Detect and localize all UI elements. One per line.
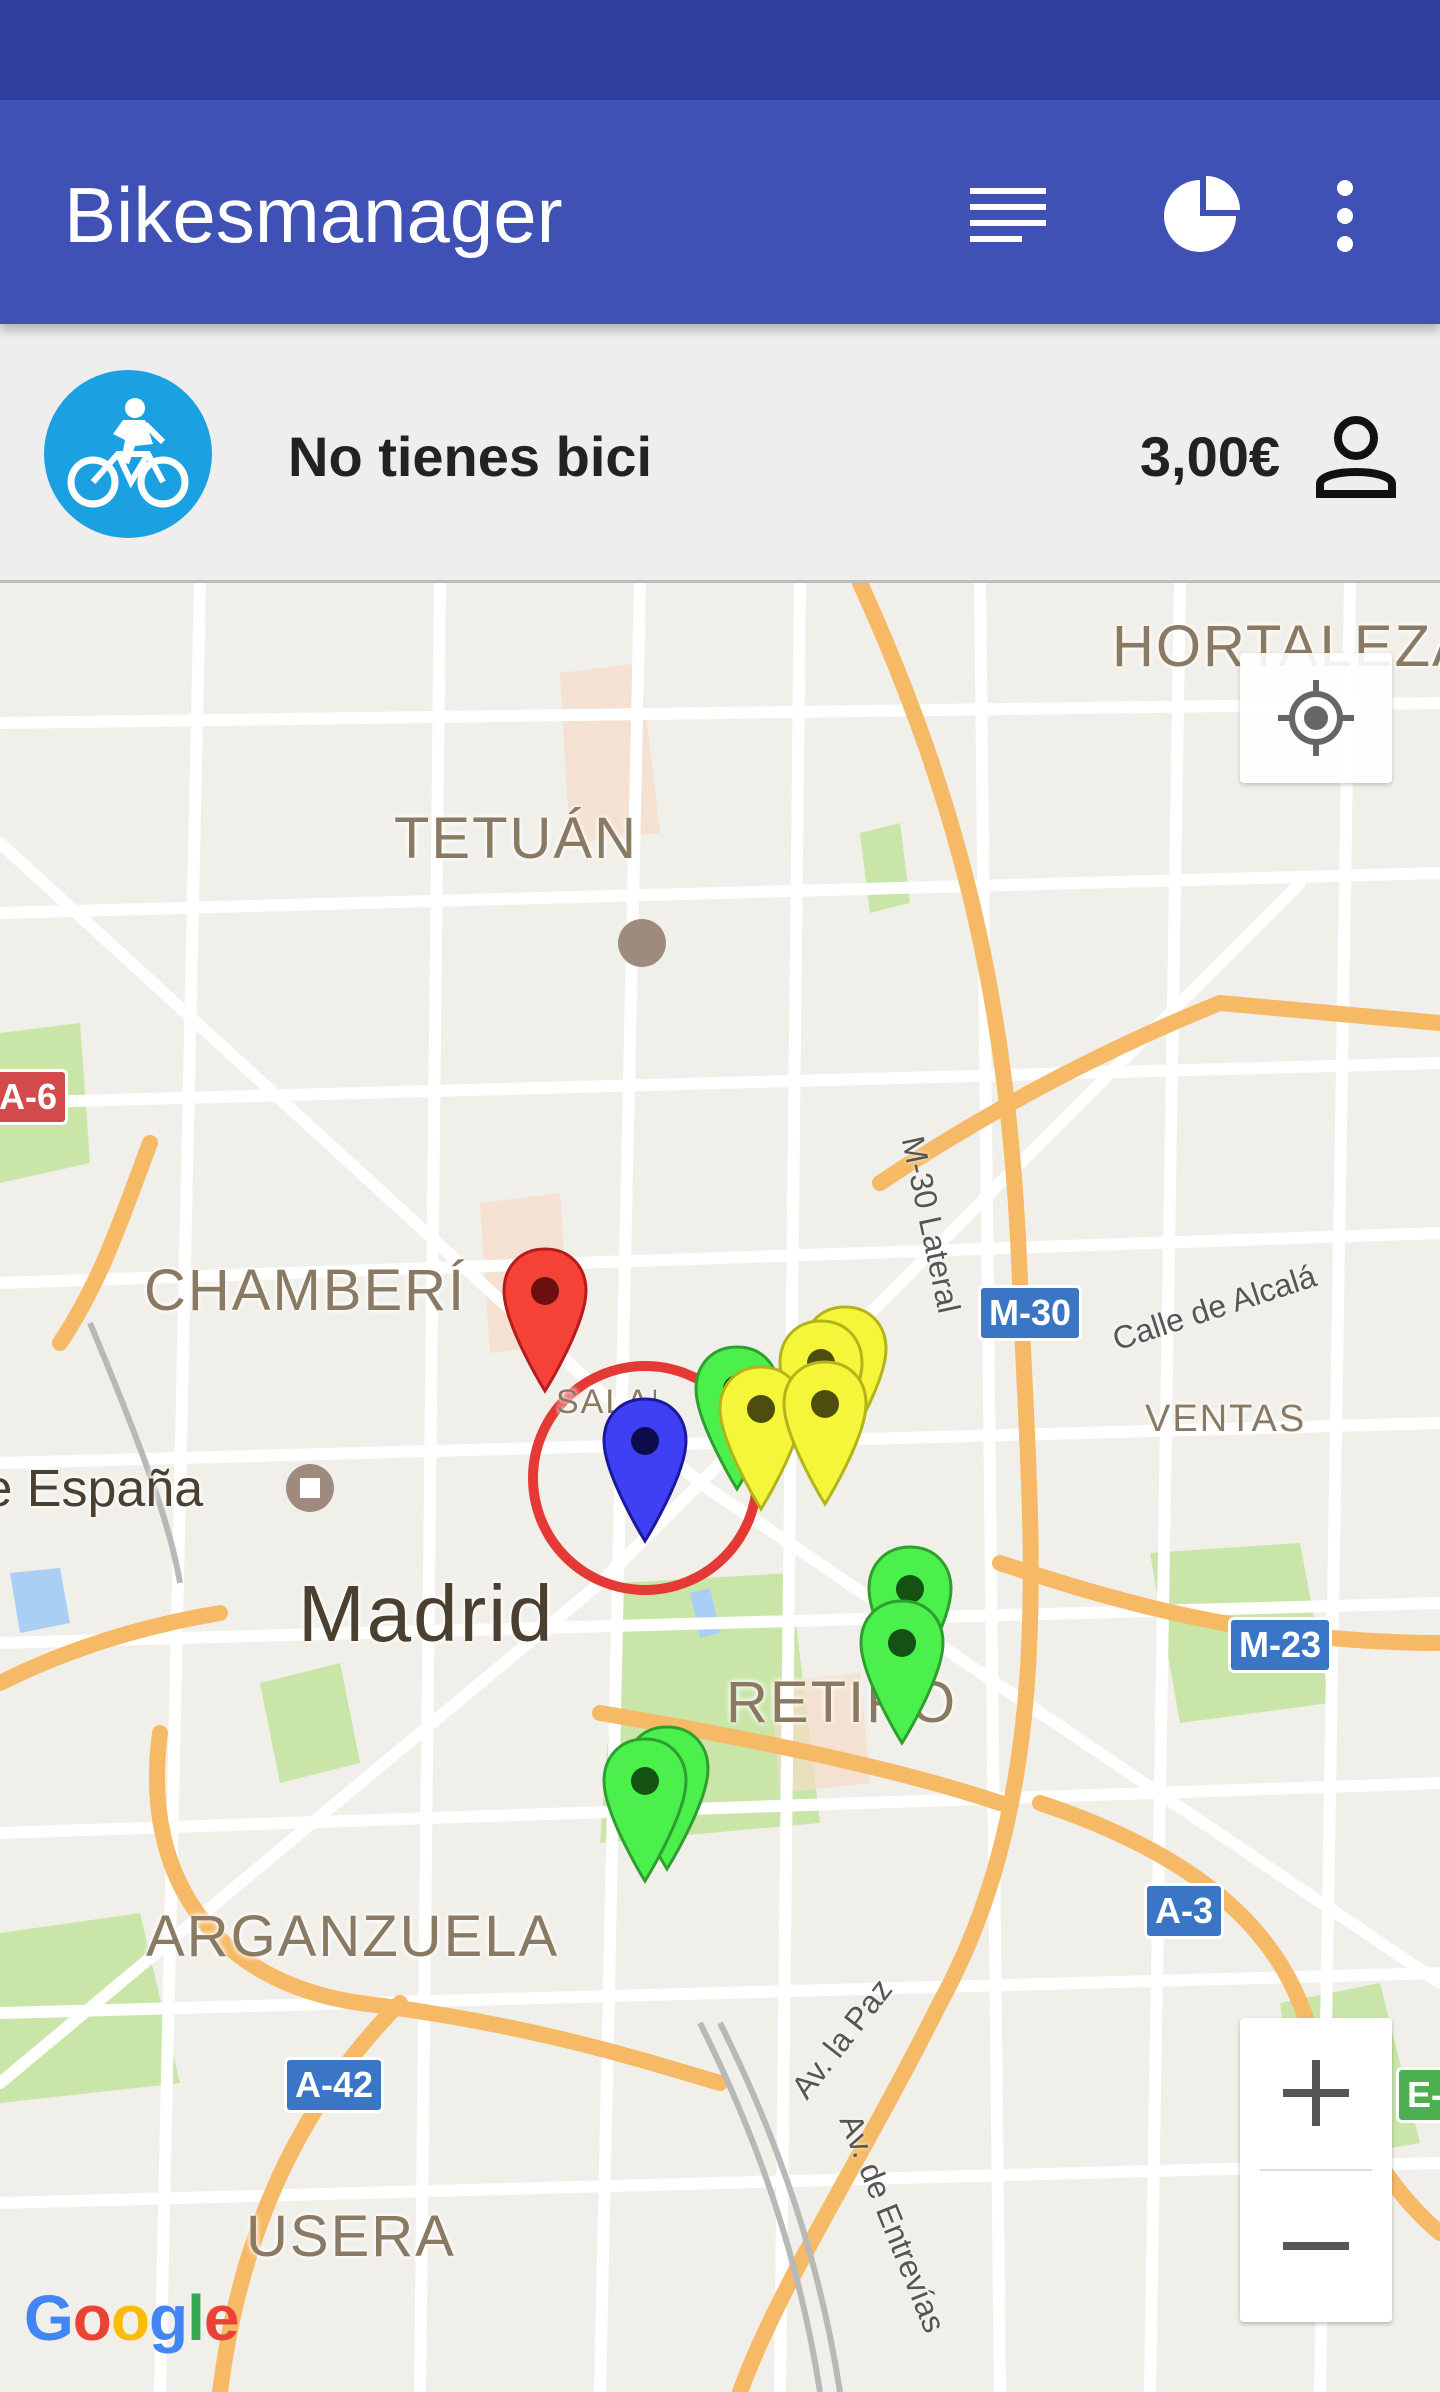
district-label: VENTAS [1145, 1398, 1307, 1440]
balance-amount: 3,00€ [1139, 425, 1280, 488]
district-label: CHAMBERÍ [144, 1258, 467, 1323]
app-bar: Bikesmanager [0, 100, 1440, 324]
road-shield: A-3 [1144, 1883, 1225, 1939]
profile-button[interactable] [1310, 410, 1402, 502]
zoom-out-button[interactable] [1240, 2171, 1392, 2321]
pie-chart-icon [1164, 176, 1240, 252]
district-label: TETUÁN [394, 806, 638, 871]
station-marker-available[interactable] [600, 1735, 690, 1885]
list-icon [970, 188, 1046, 242]
road-shield: A-42 [284, 2057, 385, 2113]
my-location-icon [1278, 680, 1354, 756]
station-marker-available[interactable] [857, 1597, 947, 1747]
road-shield: M-30 [978, 1285, 1083, 1341]
app-title: Bikesmanager [64, 171, 563, 259]
map-view[interactable]: HORTALEZA TETUÁN CHAMBERÍ VENTAS Madrid … [0, 583, 1440, 2392]
station-marker-empty[interactable] [500, 1245, 590, 1395]
google-logo: Google [24, 2282, 239, 2354]
place-label: Plaza de España [0, 1460, 204, 1518]
zoom-controls [1240, 2018, 1392, 2322]
city-label: Madrid [298, 1569, 555, 1658]
status-bar [0, 0, 1440, 100]
road-shield: M-23 [1228, 1617, 1333, 1673]
district-label: USERA [246, 2204, 456, 2269]
district-label: ARGANZUELA [146, 1904, 560, 1969]
statistics-button[interactable] [1140, 156, 1260, 276]
avatar[interactable] [44, 370, 212, 538]
road-shield: A-6 [0, 1069, 69, 1125]
zoom-in-button[interactable] [1240, 2018, 1392, 2168]
more-options-button[interactable] [1285, 156, 1405, 276]
my-location-button[interactable] [1240, 653, 1392, 783]
user-location-marker[interactable] [600, 1395, 690, 1545]
more-vert-icon [1337, 180, 1353, 252]
bike-status-text: No tienes bici [288, 425, 653, 488]
list-button[interactable] [948, 156, 1068, 276]
minus-icon [1283, 2242, 1349, 2250]
user-status-bar: No tienes bici 3,00€ [0, 324, 1440, 583]
bicycle-icon [67, 398, 189, 508]
road-shield: E- [1396, 2067, 1440, 2123]
person-icon [1316, 416, 1396, 498]
station-marker-low[interactable] [780, 1358, 870, 1508]
plus-icon [1283, 2060, 1349, 2126]
